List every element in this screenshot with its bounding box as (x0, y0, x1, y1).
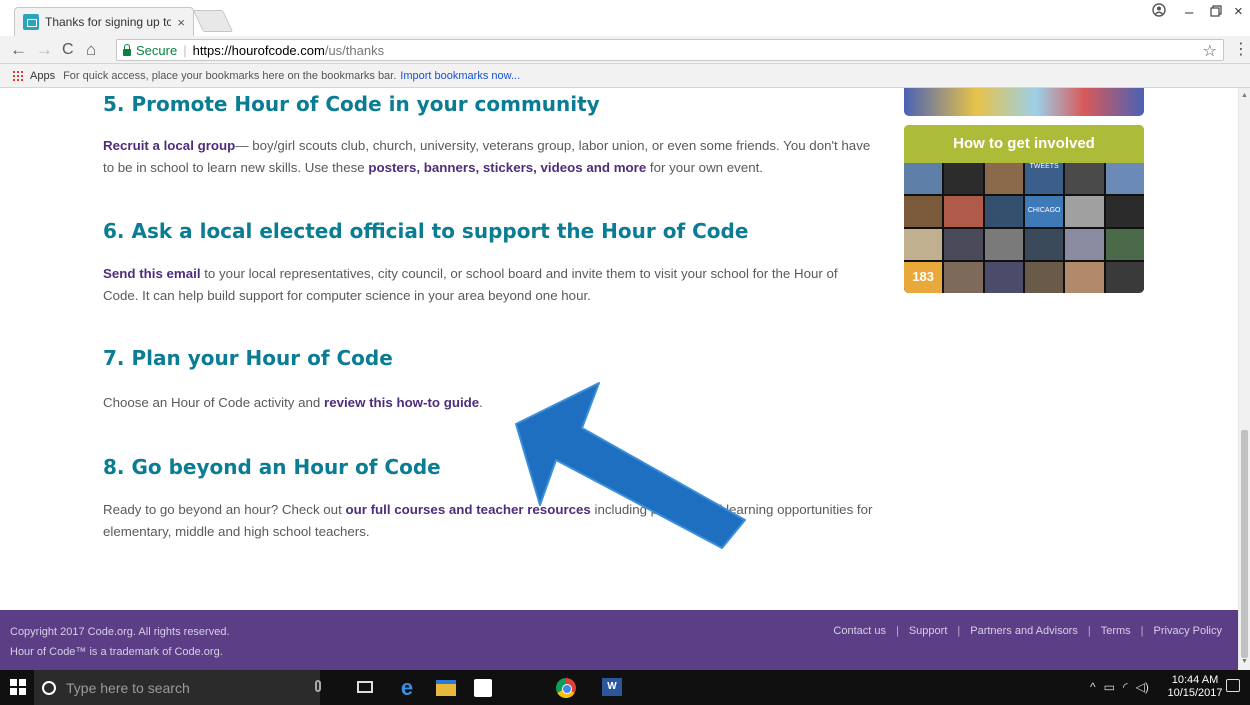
cortana-circle-icon (42, 680, 56, 695)
secure-label: Secure (136, 42, 178, 58)
lock-icon (123, 43, 131, 56)
step-6-text: Send this email to your local representa… (103, 263, 873, 307)
tab-close-icon[interactable]: × (177, 15, 185, 30)
wifi-icon[interactable]: ◜ (1123, 680, 1128, 694)
tile-label: CHICAGO (1024, 196, 1064, 227)
clock-time: 10:44 AM (1171, 674, 1219, 686)
forward-arrow-icon[interactable]: → (36, 40, 53, 60)
step-8-text: Ready to go beyond an hour? Check out ou… (103, 499, 873, 543)
scroll-up-arrow-icon[interactable]: ▲ (1241, 92, 1248, 99)
back-arrow-icon[interactable]: ← (10, 40, 27, 60)
footer-link-support[interactable]: Support (909, 625, 948, 637)
minimize-icon[interactable]: – (1185, 4, 1193, 21)
footer-divider: | (1140, 625, 1144, 637)
copyright-text: Copyright 2017 Code.org. All rights rese… (10, 626, 230, 638)
inline-link[interactable]: Recruit a local group (103, 138, 235, 153)
microphone-icon[interactable] (315, 680, 321, 692)
inline-link[interactable]: posters, banners, stickers, videos and m… (368, 160, 646, 175)
chrome-icon[interactable] (556, 678, 576, 698)
windows-taskbar: Type here to search e W ^ ▭ ◜ ◁) 10:44 A… (0, 670, 1250, 705)
page-scrollbar[interactable]: ▲ ▼ (1238, 88, 1250, 670)
search-placeholder: Type here to search (66, 679, 190, 696)
menu-dots-icon[interactable]: ⋮ (1233, 39, 1249, 59)
footer-link-terms[interactable]: Terms (1101, 625, 1131, 637)
scroll-down-arrow-icon[interactable]: ▼ (1241, 658, 1248, 665)
apps-label[interactable]: Apps (30, 70, 55, 82)
address-separator: | (183, 42, 187, 58)
inline-link[interactable]: our full courses and teacher resources (345, 502, 590, 517)
bookmarks-bar: Apps For quick access, place your bookma… (0, 64, 1250, 88)
inline-link[interactable]: review this how-to guide (324, 395, 479, 410)
site-footer: Copyright 2017 Code.org. All rights rese… (0, 610, 1238, 670)
paragraph-text: for your own event. (646, 160, 763, 175)
word-icon[interactable]: W (602, 678, 622, 696)
tile-label: TWEETS (1024, 163, 1064, 194)
site-favicon-icon (23, 14, 39, 30)
page-viewport: 5. Promote Hour of Code in your communit… (0, 88, 1238, 670)
bookmarks-hint: For quick access, place your bookmarks h… (63, 69, 397, 82)
volume-icon[interactable]: ◁) (1136, 680, 1149, 694)
reload-icon[interactable]: C (62, 40, 74, 60)
system-tray: ^ ▭ ◜ ◁) (1090, 680, 1149, 694)
taskbar-search-box[interactable]: Type here to search (34, 670, 320, 705)
clock-date: 10/15/2017 (1167, 687, 1223, 699)
tab-title: Thanks for signing up to (45, 15, 172, 29)
video-tiles-collage: TWEETS CHICAGO 183 (904, 163, 1144, 293)
footer-link-contact[interactable]: Contact us (833, 625, 886, 637)
import-bookmarks-link[interactable]: Import bookmarks now... (400, 70, 520, 82)
paragraph-text: . (479, 395, 483, 410)
home-icon[interactable]: ⌂ (86, 40, 96, 60)
browser-toolbar: ← → C ⌂ Secure | https://hourofcode.com … (0, 36, 1250, 64)
task-view-icon[interactable] (357, 681, 373, 693)
sidebar-banner-image[interactable] (904, 88, 1144, 116)
paragraph-text: Choose an Hour of Code activity and (103, 395, 325, 410)
profile-icon[interactable] (1152, 3, 1166, 21)
footer-divider: | (957, 625, 961, 637)
step-5-text: Recruit a local group— boy/girl scouts c… (103, 135, 873, 179)
tile-label: 183 (904, 262, 943, 293)
action-center-icon[interactable] (1226, 679, 1240, 692)
title-bar: Thanks for signing up to × – × (0, 0, 1250, 36)
address-bar[interactable]: Secure | https://hourofcode.com /us/than… (116, 39, 1224, 61)
store-bag-icon[interactable] (474, 679, 492, 697)
taskbar-clock[interactable]: 10:44 AM 10/15/2017 (1166, 674, 1224, 700)
card-title: How to get involved (904, 125, 1144, 163)
edge-browser-icon[interactable]: e (396, 677, 418, 699)
bookmark-star-icon[interactable]: ☆ (1203, 41, 1217, 61)
step-8-heading: 8. Go beyond an Hour of Code (103, 455, 441, 479)
browser-tab[interactable]: Thanks for signing up to × (14, 7, 194, 36)
inline-link[interactable]: Send this email (103, 266, 201, 281)
footer-link-partners[interactable]: Partners and Advisors (970, 625, 1078, 637)
footer-divider: | (895, 625, 899, 637)
paragraph-text: to your local representatives, city coun… (103, 266, 838, 303)
rich-paragraph: Choose an Hour of Code activity and revi… (103, 395, 483, 410)
step-5-heading: 5. Promote Hour of Code in your communit… (103, 92, 600, 116)
tray-chevron-icon[interactable]: ^ (1090, 680, 1096, 694)
step-6-heading: 6. Ask a local elected official to suppo… (103, 219, 749, 243)
scrollbar-thumb[interactable] (1241, 430, 1248, 658)
restore-icon[interactable] (1210, 4, 1222, 21)
new-tab-button[interactable] (192, 10, 234, 32)
url-path: /us/thanks (324, 42, 385, 58)
step-7-heading: 7. Plan your Hour of Code (103, 346, 393, 370)
url-host: https://hourofcode.com (192, 42, 325, 58)
footer-link-privacy[interactable]: Privacy Policy (1154, 625, 1222, 637)
close-window-icon[interactable]: × (1234, 3, 1243, 20)
paragraph-text: Ready to go beyond an hour? Check out (103, 502, 346, 517)
rich-paragraph: Recruit a local group— boy/girl scouts c… (103, 138, 870, 175)
footer-links: Contact us | Support | Partners and Advi… (833, 625, 1222, 637)
how-to-get-involved-card[interactable]: TWEETS CHICAGO 183 How to get involved (904, 125, 1144, 293)
step-7-text: Choose an Hour of Code activity and revi… (103, 392, 873, 414)
trademark-text: Hour of Code™ is a trademark of Code.org… (10, 646, 223, 658)
file-explorer-icon[interactable] (436, 680, 456, 696)
apps-grid-icon[interactable] (12, 69, 24, 82)
footer-divider: | (1087, 625, 1091, 637)
rich-paragraph: Ready to go beyond an hour? Check out ou… (103, 502, 872, 539)
rich-paragraph: Send this email to your local representa… (103, 266, 838, 303)
windows-start-icon[interactable] (10, 679, 26, 695)
battery-icon[interactable]: ▭ (1104, 680, 1115, 694)
